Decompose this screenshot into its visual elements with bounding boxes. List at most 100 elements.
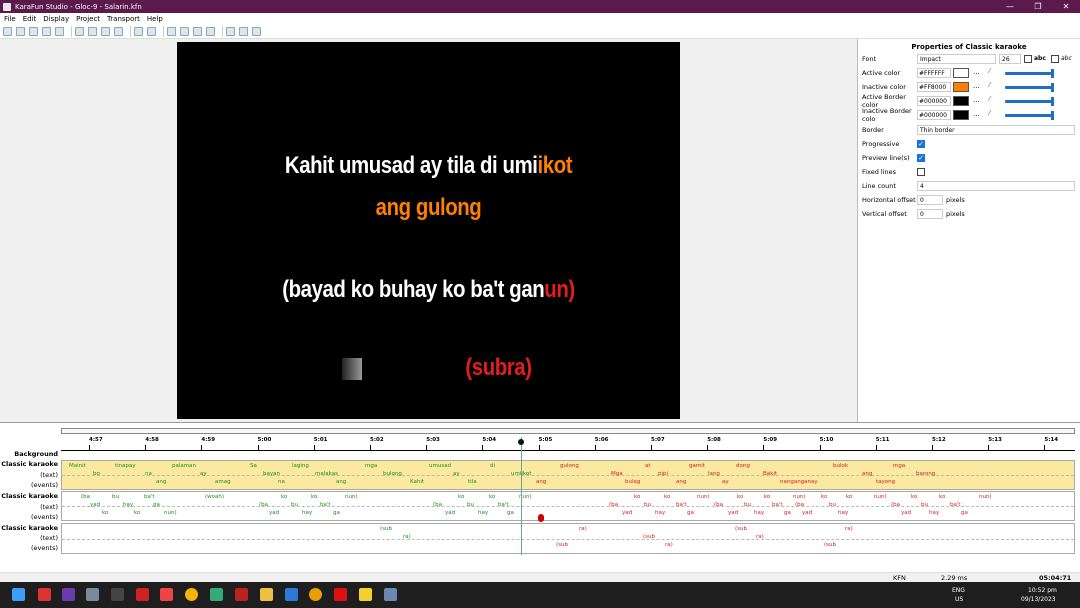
lyric-syllable[interactable]: hay xyxy=(123,502,133,508)
lyric-syllable[interactable]: amag xyxy=(215,479,231,485)
lyric-syllable[interactable]: ga xyxy=(333,510,340,516)
lyric-syllable[interactable]: pipi xyxy=(658,471,668,477)
audio-icon[interactable] xyxy=(226,26,235,36)
lyric-syllable[interactable]: ko xyxy=(764,494,770,500)
lyric-syllable[interactable]: ba't xyxy=(950,502,961,508)
copy-icon[interactable] xyxy=(239,26,248,36)
inactive-color-value[interactable]: #FF8000 xyxy=(917,82,951,92)
export-icon[interactable] xyxy=(55,26,64,36)
lyric-syllable[interactable]: nanganganay xyxy=(780,479,818,485)
eyedropper-icon[interactable]: ⁄ xyxy=(989,109,990,117)
lyric-syllable[interactable]: ko xyxy=(489,494,495,500)
lyric-syllable[interactable]: bu xyxy=(829,502,836,508)
save-as-icon[interactable] xyxy=(42,26,51,36)
lyric-syllable[interactable]: ga xyxy=(507,510,514,516)
lyric-syllable[interactable]: bulok xyxy=(833,463,848,469)
view-preview-icon[interactable] xyxy=(206,26,215,36)
lyric-syllable[interactable]: ay xyxy=(200,471,207,477)
eyedropper-icon[interactable]: ⁄ xyxy=(989,81,990,89)
lyric-syllable[interactable]: ay xyxy=(453,471,460,477)
lyric-syllable[interactable]: dong xyxy=(736,463,750,469)
lyric-syllable[interactable]: hay xyxy=(478,510,488,516)
lyric-syllable[interactable]: ra) xyxy=(403,534,411,540)
lyric-syllable[interactable]: (sub xyxy=(824,542,836,548)
preview-checkbox[interactable]: ✓ xyxy=(917,154,925,162)
eyedropper-icon[interactable]: ⁄ xyxy=(989,67,990,75)
inactive-border-picker-button[interactable]: ... xyxy=(973,110,980,118)
view-timeline-icon[interactable] xyxy=(193,26,202,36)
lyric-syllable[interactable]: yad xyxy=(269,510,279,516)
font-size-select[interactable]: 26 xyxy=(999,54,1021,64)
lyric-syllable[interactable]: (ba xyxy=(795,502,804,508)
lyric-syllable[interactable]: ko xyxy=(911,494,917,500)
lyric-syllable[interactable]: yad xyxy=(445,510,455,516)
lyric-syllable[interactable]: (sub xyxy=(643,534,655,540)
play-icon[interactable] xyxy=(101,26,110,36)
karaoke-track-3[interactable]: (sub ra) ra) (sub (sub ra) (sub ra) ra) (sub xyxy=(61,523,1075,554)
calculator-icon[interactable] xyxy=(384,588,397,601)
lyric-syllable[interactable]: barong xyxy=(916,471,935,477)
lyric-syllable[interactable]: bu xyxy=(644,502,651,508)
event-marker[interactable] xyxy=(538,514,544,522)
lyric-syllable[interactable]: ba't xyxy=(498,502,509,508)
inactive-border-swatch[interactable] xyxy=(953,110,969,120)
lyric-syllable[interactable]: ba't xyxy=(144,494,155,500)
inactive-border-value[interactable]: #000000 xyxy=(917,110,951,120)
lyric-syllable[interactable]: hay xyxy=(838,510,848,516)
lyric-syllable[interactable]: ko xyxy=(281,494,287,500)
lyric-syllable[interactable]: tayong xyxy=(876,479,895,485)
lyric-syllable[interactable]: (sub xyxy=(380,526,392,532)
lyric-syllable[interactable]: lang xyxy=(708,471,720,477)
time-ruler[interactable]: 4:57 4:58 4:59 5:00 5:01 5:02 5:03 5:04 5:05 5:06… xyxy=(61,437,1075,451)
menu-edit[interactable]: Edit xyxy=(23,15,37,23)
italic-checkbox[interactable] xyxy=(1051,55,1059,63)
acrobat-icon[interactable] xyxy=(334,588,347,601)
new-file-icon[interactable] xyxy=(3,26,12,36)
lyric-syllable[interactable]: bulong xyxy=(383,471,402,477)
lyric-syllable[interactable]: ra) xyxy=(579,526,587,532)
lyric-syllable[interactable]: ang xyxy=(536,479,546,485)
lyric-syllable[interactable]: Bakit xyxy=(763,471,777,477)
inactive-color-alpha-slider[interactable] xyxy=(1005,83,1054,92)
menu-transport[interactable]: Transport xyxy=(107,15,140,23)
lyric-syllable[interactable]: ga xyxy=(153,502,160,508)
lyric-syllable[interactable]: ba't xyxy=(320,502,331,508)
lyric-syllable[interactable]: (woah) xyxy=(205,494,224,500)
lyric-syllable[interactable]: (ba xyxy=(433,502,442,508)
lyric-syllable[interactable]: di xyxy=(490,463,495,469)
lyric-syllable[interactable]: (ba xyxy=(81,494,90,500)
inactive-color-picker-button[interactable]: ... xyxy=(973,82,980,90)
maximize-button[interactable]: ❐ xyxy=(1024,0,1052,13)
lyric-syllable[interactable]: hay xyxy=(655,510,665,516)
settings-icon[interactable] xyxy=(111,588,124,601)
active-border-value[interactable]: #000000 xyxy=(917,96,951,106)
lyric-syllable[interactable]: nun) xyxy=(979,494,992,500)
clock-time[interactable]: 10:52 pm xyxy=(1028,587,1057,594)
lyric-syllable[interactable]: ang xyxy=(862,471,872,477)
lyric-syllable[interactable]: at xyxy=(645,463,651,469)
app-icon[interactable] xyxy=(86,588,99,601)
app-icon[interactable] xyxy=(235,588,248,601)
lyric-syllable[interactable]: bulag xyxy=(625,479,640,485)
view-icon[interactable] xyxy=(167,26,176,36)
fixed-checkbox[interactable] xyxy=(917,168,925,176)
active-color-swatch[interactable] xyxy=(953,68,969,78)
lyric-syllable[interactable]: Mainit xyxy=(69,463,86,469)
lyric-syllable[interactable]: hay xyxy=(754,510,764,516)
lyric-syllable[interactable]: ba't xyxy=(772,502,783,508)
lyric-syllable[interactable]: tinapay xyxy=(115,463,136,469)
menu-display[interactable]: Display xyxy=(43,15,69,23)
lyric-syllable[interactable]: ra) xyxy=(756,534,764,540)
lyric-syllable[interactable]: ko xyxy=(846,494,852,500)
lyric-syllable[interactable]: bu xyxy=(112,494,119,500)
lyric-syllable[interactable]: (sub xyxy=(735,526,747,532)
lyric-syllable[interactable]: ko xyxy=(311,494,317,500)
lyric-syllable[interactable]: nun) xyxy=(793,494,806,500)
menu-file[interactable]: File xyxy=(4,15,16,23)
lyric-syllable[interactable]: ga xyxy=(687,510,694,516)
lyric-syllable[interactable]: nun) xyxy=(697,494,710,500)
lyric-syllable[interactable]: Kahit xyxy=(410,479,424,485)
karaoke-track-1[interactable]: Mainit bo tinapay na ang palaman ay amag Sa bayan… xyxy=(61,460,1075,490)
inactive-border-alpha-slider[interactable] xyxy=(1005,111,1054,120)
zoom-in-icon[interactable] xyxy=(134,26,143,36)
